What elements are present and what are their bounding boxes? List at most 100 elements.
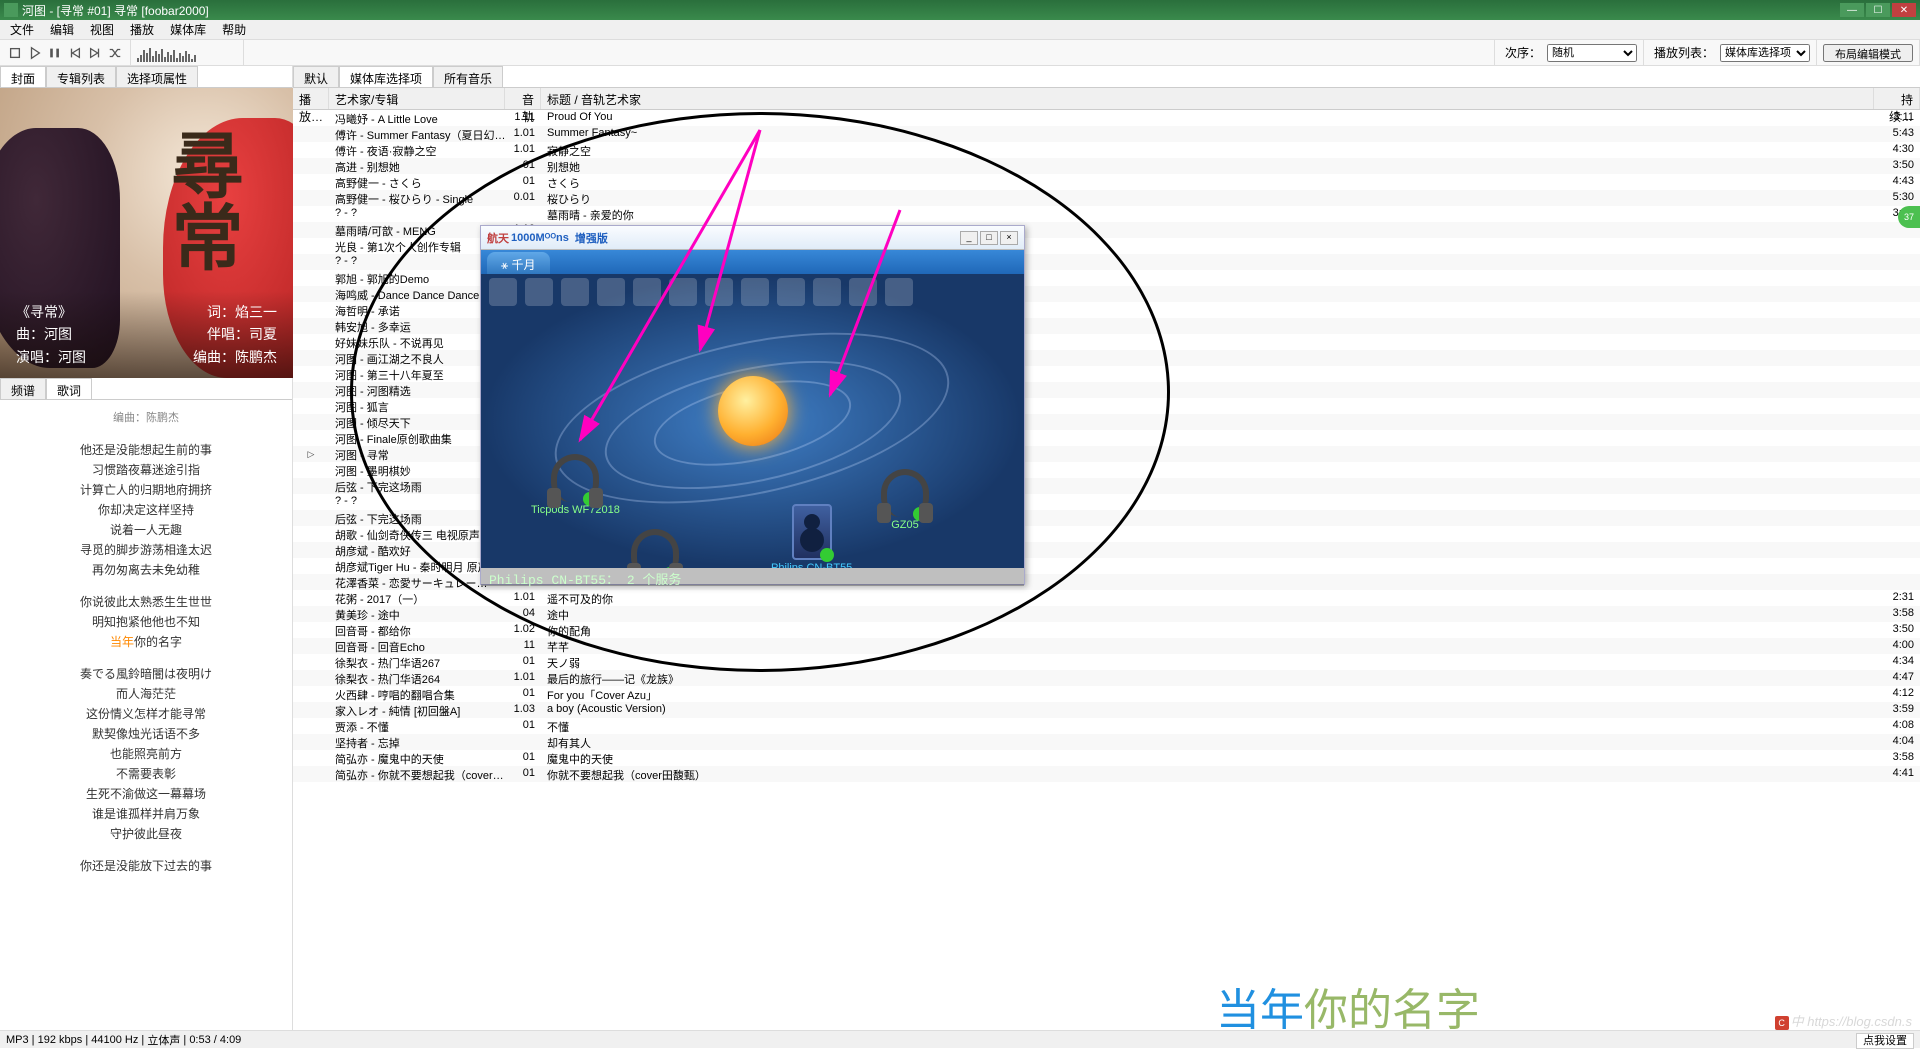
lyric-line: 默契像烛光话语不多	[0, 724, 292, 744]
lyric-line: 不需要表彰	[0, 764, 292, 784]
album-credits: 《寻常》词：焰三一 曲：河图伴唱：司夏 演唱：河图编曲：陈鹏杰	[0, 291, 293, 378]
table-row[interactable]: 简弘亦 - 魔鬼中的天使01魔鬼中的天使3:58	[293, 750, 1920, 766]
settings-button[interactable]: 点我设置	[1856, 1033, 1914, 1049]
lyrics-tabs: 频谱 歌词	[0, 378, 292, 400]
col-duration[interactable]: 持续…	[1874, 88, 1920, 109]
lyric-line: 你说彼此太熟悉生生世世	[0, 592, 292, 612]
table-row[interactable]: 回音哥 - 都给你1.02你的配角3:50	[293, 622, 1920, 638]
bt-minimize-button[interactable]: _	[960, 231, 978, 245]
tab-library-sel[interactable]: 媒体库选择项	[339, 66, 433, 87]
table-row[interactable]: 黄美珍 - 途中04途中3:58	[293, 606, 1920, 622]
status-codec: MP3	[6, 1034, 29, 1046]
status-bitrate: 192 kbps	[38, 1034, 83, 1046]
side-badge[interactable]: 37	[1898, 206, 1920, 228]
table-row[interactable]: 坚持者 - 忘掉却有其人4:04	[293, 734, 1920, 750]
bt-maximize-button[interactable]: □	[980, 231, 998, 245]
menu-file[interactable]: 文件	[2, 19, 42, 40]
minimize-button[interactable]: —	[1840, 3, 1864, 17]
bt-device[interactable]: 小米音箱	[631, 529, 679, 568]
order-select[interactable]: 随机	[1547, 44, 1637, 62]
menu-library[interactable]: 媒体库	[162, 19, 214, 40]
window-title: 河图 - [寻常 #01] 寻常 [foobar2000]	[22, 2, 209, 19]
col-artist[interactable]: 艺术家/专辑	[329, 88, 505, 109]
table-row[interactable]: 高野健一 - さくら01さくら4:43	[293, 174, 1920, 190]
playlist-select[interactable]: 媒体库选择项	[1720, 44, 1810, 62]
tab-default[interactable]: 默认	[293, 66, 339, 87]
table-row[interactable]: 花粥 - 2017（一）1.01遥不可及的你2:31	[293, 590, 1920, 606]
menu-help[interactable]: 帮助	[214, 19, 254, 40]
table-row[interactable]: 傅许 - 夜语·寂静之空1.01寂静之空4:30	[293, 142, 1920, 158]
bt-device[interactable]: Philips CN-BT55	[771, 504, 852, 568]
lyrics-panel[interactable]: 编曲：陈鹏杰 他还是没能想起生前的事习惯踏夜幕迷途引指计算亡人的归期地府拥挤你却…	[0, 400, 292, 1030]
tab-lyrics[interactable]: 歌词	[46, 378, 92, 399]
table-row[interactable]: 冯曦妤 - A Little Love1.11Proud Of You3:11	[293, 110, 1920, 126]
col-trackno[interactable]: 音轨号	[505, 88, 541, 109]
bt-status-text: Philips CN-BT55： 2 个服务	[481, 568, 1024, 586]
lyric-line	[0, 844, 292, 856]
tab-properties[interactable]: 选择项属性	[116, 66, 198, 87]
lyric-line: 明知抱紧他他也不知	[0, 612, 292, 632]
pause-button[interactable]	[46, 44, 64, 62]
order-label: 次序：	[1501, 44, 1545, 61]
bluetooth-window[interactable]: 航天 1000Mᴼᴼns 增强版 _ □ × ⚹ 千月 Ticpods WF72…	[480, 225, 1025, 585]
lyric-line: 当年你的名字	[0, 632, 292, 652]
tab-cover[interactable]: 封面	[0, 66, 46, 87]
close-button[interactable]: ✕	[1892, 3, 1916, 17]
playlist-tabs: 默认 媒体库选择项 所有音乐	[293, 66, 1920, 88]
main-toolbar: 次序： 随机 播放列表： 媒体库选择项 布局编辑模式	[0, 40, 1920, 66]
bt-device[interactable]: GZ05	[881, 469, 929, 531]
csdn-watermark: C中 https://blog.csdn.s	[1775, 1011, 1912, 1030]
layout-edit-button[interactable]: 布局编辑模式	[1823, 44, 1913, 62]
tab-all-music[interactable]: 所有音乐	[433, 66, 503, 87]
status-channels: 立体声	[147, 1032, 180, 1048]
col-playing[interactable]: 播放…	[293, 88, 329, 109]
table-row[interactable]: 贾添 - 不懂01不懂4:08	[293, 718, 1920, 734]
maximize-button[interactable]: ☐	[1866, 3, 1890, 17]
table-row[interactable]: 徐梨衣 - 热门华语2641.01最后的旅行——记《龙族》4:47	[293, 670, 1920, 686]
bt-device-view[interactable]: Ticpods WF72018 小米音箱 Philips CN-BT55 GZ05	[481, 274, 1024, 568]
status-time: 0:53 / 4:09	[189, 1034, 241, 1046]
table-row[interactable]: 火西肆 - 哼唱的翻唱合集01For you「Cover Azu」4:12	[293, 686, 1920, 702]
bt-tb-icon[interactable]	[489, 278, 517, 306]
table-row[interactable]: 高野健一 - 桜ひらり - Single0.01桜ひらり5:30	[293, 190, 1920, 206]
album-art: 尋常 《寻常》词：焰三一 曲：河图伴唱：司夏 演唱：河图编曲：陈鹏杰	[0, 88, 293, 378]
menu-play[interactable]: 播放	[122, 19, 162, 40]
status-samplerate: 44100 Hz	[91, 1034, 138, 1046]
play-button[interactable]	[26, 44, 44, 62]
table-row[interactable]: 家入レオ - 純情 [初回盤A]1.03a boy (Acoustic Vers…	[293, 702, 1920, 718]
lyric-line	[0, 580, 292, 592]
menu-edit[interactable]: 编辑	[42, 19, 82, 40]
bt-close-button[interactable]: ×	[1000, 231, 1018, 245]
playlist-header: 播放… 艺术家/专辑 音轨号 标题 / 音轨艺术家 持续…	[293, 88, 1920, 110]
app-icon	[4, 3, 18, 17]
lyric-line: 说着一人无趣	[0, 520, 292, 540]
table-row[interactable]: 高进 - 别想她01别想她3:50	[293, 158, 1920, 174]
bt-titlebar[interactable]: 航天 1000Mᴼᴼns 增强版 _ □ ×	[481, 226, 1024, 250]
stop-button[interactable]	[6, 44, 24, 62]
tab-albumlist[interactable]: 专辑列表	[46, 66, 116, 87]
table-row[interactable]: 傅许 - Summer Fantasy（夏日幻…1.01Summer Fanta…	[293, 126, 1920, 142]
menu-view[interactable]: 视图	[82, 19, 122, 40]
lyric-line	[0, 652, 292, 664]
lyric-line: 计算亡人的归期地府拥挤	[0, 480, 292, 500]
bt-tab-qianyue[interactable]: ⚹ 千月	[487, 252, 550, 274]
bt-hub-icon	[718, 376, 788, 446]
next-button[interactable]	[86, 44, 104, 62]
col-title[interactable]: 标题 / 音轨艺术家	[541, 88, 1874, 109]
bt-device[interactable]: Ticpods WF72018	[531, 454, 620, 516]
lyric-line: 谁是谁孤样并肩万象	[0, 804, 292, 824]
lyric-line: 而人海茫茫	[0, 684, 292, 704]
table-row[interactable]: ? - ?墓雨晴 - 亲爱的你3:55	[293, 206, 1920, 222]
table-row[interactable]: 徐梨衣 - 热门华语26701天ノ弱4:34	[293, 654, 1920, 670]
prev-button[interactable]	[66, 44, 84, 62]
lyric-line: 习惯踏夜幕迷途引指	[0, 460, 292, 480]
table-row[interactable]: 简弘亦 - 你就不要想起我（cover…01你就不要想起我（cover田馥甄）4…	[293, 766, 1920, 782]
window-titlebar: 河图 - [寻常 #01] 寻常 [foobar2000] — ☐ ✕	[0, 0, 1920, 20]
tab-spectrum[interactable]: 频谱	[0, 378, 46, 399]
status-bar: MP3 | 192 kbps | 44100 Hz | 立体声 | 0:53 /…	[0, 1030, 1920, 1048]
table-row[interactable]: 回音哥 - 回音Echo11芊芊4:00	[293, 638, 1920, 654]
random-button[interactable]	[106, 44, 124, 62]
spectrum-visualizer	[137, 44, 237, 62]
menu-bar: 文件 编辑 视图 播放 媒体库 帮助	[0, 20, 1920, 40]
playlist-label: 播放列表：	[1650, 44, 1718, 61]
